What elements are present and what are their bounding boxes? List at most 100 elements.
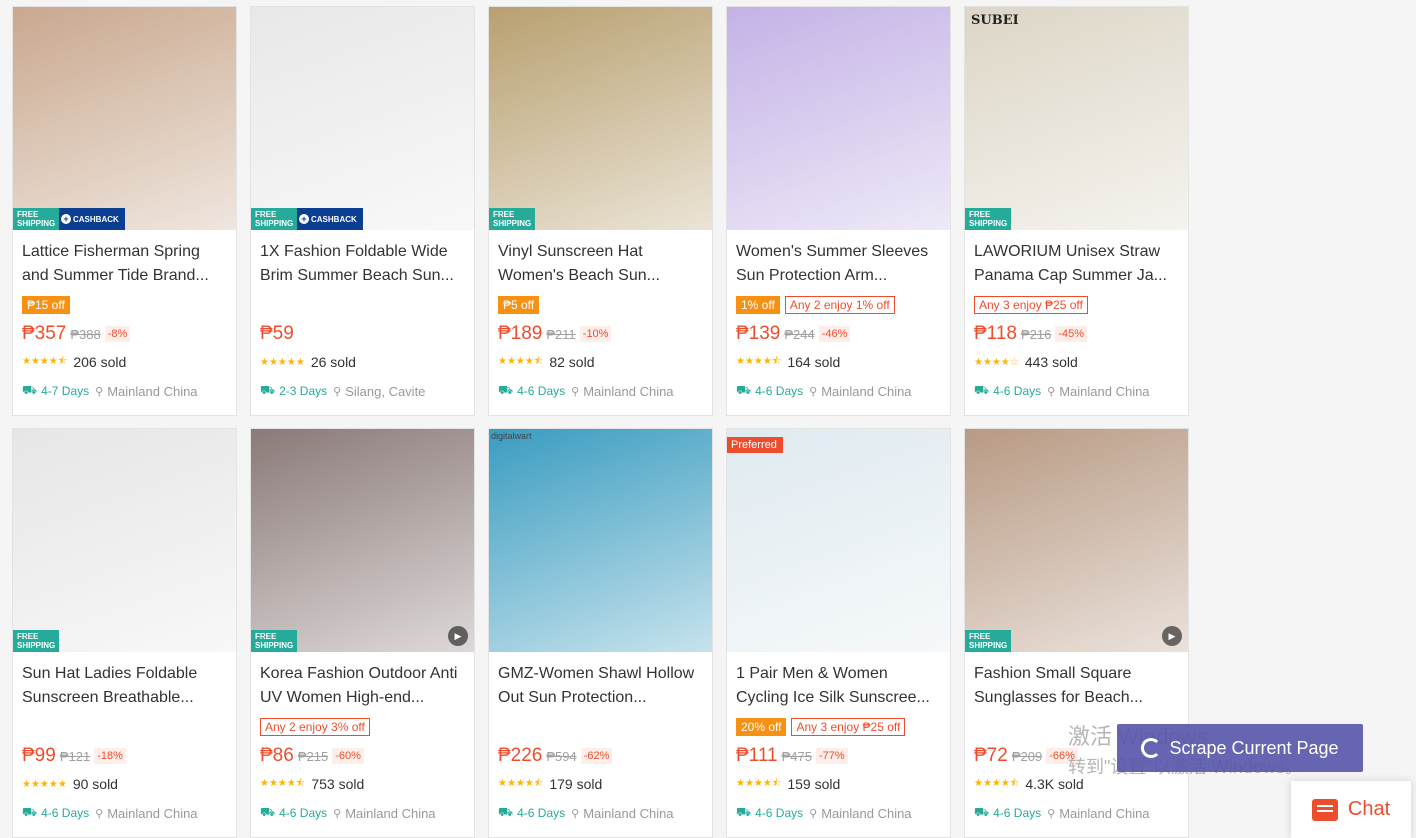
product-card[interactable]: FREE SHIPPING + CASHBACK Lattice Fisherman …: [12, 6, 237, 416]
rating-row: ★★★★⯪ 164 sold: [736, 353, 941, 371]
scrape-current-page-button[interactable]: Scrape Current Page: [1117, 724, 1363, 772]
product-image[interactable]: FREE SHIPPING ▶: [965, 429, 1188, 652]
product-title[interactable]: 1X Fashion Foldable Wide Brim Summer Bea…: [260, 240, 465, 288]
product-image[interactable]: FREE SHIPPING + CASHBACK: [13, 7, 236, 230]
product-card[interactable]: Women's Summer Sleeves Sun Protection Ar…: [726, 6, 951, 416]
product-image[interactable]: [727, 7, 950, 230]
product-card[interactable]: SUBEI FREE SHIPPING LAWORIUM Unisex Straw …: [964, 6, 1189, 416]
rating-row: ★★★★☆ 443 sold: [974, 353, 1179, 371]
product-card[interactable]: FREE SHIPPING + CASHBACK 1X Fashion Foldabl…: [250, 6, 475, 416]
discount-tag: 20% off: [736, 718, 787, 736]
product-image[interactable]: FREE SHIPPING + CASHBACK: [251, 7, 474, 230]
free-shipping-badge: FREE SHIPPING: [965, 208, 1011, 230]
bundle-deal-tag: Any 2 enjoy 1% off: [784, 296, 895, 314]
product-title[interactable]: GMZ-Women Shawl Hollow Out Sun Protectio…: [498, 662, 703, 710]
product-title[interactable]: Vinyl Sunscreen Hat Women's Beach Sun...: [498, 240, 703, 288]
product-title[interactable]: Women's Summer Sleeves Sun Protection Ar…: [736, 240, 941, 288]
product-title[interactable]: Sun Hat Ladies Foldable Sunscreen Breath…: [22, 662, 227, 710]
product-image-placeholder: [251, 429, 474, 652]
product-card[interactable]: FREE SHIPPING Sun Hat Ladies Foldable Sun…: [12, 428, 237, 838]
brand-logo: SUBEI: [971, 13, 1019, 28]
product-info: Sun Hat Ladies Foldable Sunscreen Breath…: [13, 652, 236, 822]
discount-percent: -66%: [1046, 748, 1078, 764]
product-image[interactable]: digitalwart: [489, 429, 712, 652]
bundle-deal-tag: Any 3 enjoy ₱25 off: [791, 718, 906, 736]
sold-count: 164 sold: [787, 354, 841, 370]
promo-badges: FREE SHIPPING + CASHBACK: [251, 208, 363, 230]
product-image-placeholder: [13, 7, 236, 230]
scrape-button-label: Scrape Current Page: [1169, 737, 1339, 758]
product-image[interactable]: FREE SHIPPING: [13, 429, 236, 652]
product-image[interactable]: Preferred: [727, 429, 950, 652]
current-price: ₱226: [498, 745, 543, 766]
product-title[interactable]: LAWORIUM Unisex Straw Panama Cap Summer …: [974, 240, 1179, 288]
price-row: ₱99 ₱121 -18%: [22, 744, 227, 768]
play-video-icon[interactable]: ▶: [1162, 626, 1182, 646]
current-price: ₱99: [22, 745, 56, 766]
location-pin-icon: ⚲: [333, 807, 342, 820]
product-card[interactable]: digitalwart GMZ-Women Shawl Hollow Out Su…: [488, 428, 713, 838]
cashback-label: CASHBACK: [311, 214, 357, 224]
sold-count: 179 sold: [549, 776, 603, 792]
ship-from-location: Mainland China: [821, 383, 912, 399]
cashback-badge: + CASHBACK: [59, 208, 125, 230]
play-video-icon[interactable]: ▶: [448, 626, 468, 646]
sold-count: 206 sold: [73, 354, 127, 370]
promo-tags: 1% off Any 2 enjoy 1% off: [736, 294, 941, 316]
ship-from-location: Mainland China: [1059, 805, 1150, 821]
sold-count: 90 sold: [72, 776, 118, 792]
rating-stars-icon: ★★★★⯪: [974, 777, 1020, 789]
product-grid: FREE SHIPPING + CASHBACK Lattice Fisherman …: [12, 6, 1189, 838]
original-price: ₱475: [781, 748, 812, 764]
shipping-row: ⛟ 4-6 Days ⚲ Mainland China: [736, 382, 941, 400]
delivery-days: 4-6 Days: [41, 806, 90, 820]
product-title[interactable]: Fashion Small Square Sunglasses for Beac…: [974, 662, 1179, 710]
discount-percent: -62%: [580, 748, 613, 764]
price-row: ₱118 ₱216 -45%: [974, 322, 1179, 346]
location-pin-icon: ⚲: [571, 807, 580, 820]
product-title[interactable]: Lattice Fisherman Spring and Summer Tide…: [22, 240, 227, 288]
product-card[interactable]: FREE SHIPPING ▶ Fashion Small Square Sungl…: [964, 428, 1189, 838]
discount-percent: -8%: [104, 326, 131, 342]
product-image-placeholder: [489, 429, 712, 652]
price-row: ₱357 ₱388 -8%: [22, 322, 227, 346]
product-image-placeholder: [965, 7, 1188, 230]
sold-count: 26 sold: [310, 354, 356, 370]
current-price: ₱139: [736, 323, 781, 344]
price-row: ₱189 ₱211 -10%: [498, 322, 703, 346]
discount-tag: ₱5 off: [498, 296, 540, 314]
product-info: Women's Summer Sleeves Sun Protection Ar…: [727, 230, 950, 400]
delivery-days: 4-6 Days: [517, 384, 566, 398]
product-card[interactable]: FREE SHIPPING Vinyl Sunscreen Hat Women's…: [488, 6, 713, 416]
promo-badges: FREE SHIPPING: [965, 630, 1011, 652]
price-row: ₱111 ₱475 -77%: [736, 744, 941, 768]
product-card[interactable]: Preferred 1 Pair Men & Women Cycling Ice …: [726, 428, 951, 838]
product-image[interactable]: SUBEI FREE SHIPPING: [965, 7, 1188, 230]
location-pin-icon: ⚲: [95, 385, 104, 398]
product-image[interactable]: FREE SHIPPING ▶: [251, 429, 474, 652]
product-title[interactable]: Korea Fashion Outdoor Anti UV Women High…: [260, 662, 465, 710]
current-price: ₱189: [498, 323, 543, 344]
product-title[interactable]: 1 Pair Men & Women Cycling Ice Silk Suns…: [736, 662, 941, 710]
product-image-placeholder: [965, 429, 1188, 652]
delivery-days: 4-6 Days: [993, 806, 1042, 820]
discount-tag: 1% off: [736, 296, 780, 314]
plus-icon: +: [61, 214, 71, 224]
product-card[interactable]: FREE SHIPPING ▶ Korea Fashion Outdoor Anti…: [250, 428, 475, 838]
delivery-days: 2-3 Days: [279, 384, 328, 398]
discount-percent: -46%: [818, 326, 851, 342]
free-shipping-badge: FREE SHIPPING: [13, 208, 59, 230]
location-pin-icon: ⚲: [809, 807, 818, 820]
sold-count: 159 sold: [787, 776, 841, 792]
shipping-row: ⛟ 2-3 Days ⚲ Silang, Cavite: [260, 382, 465, 400]
chat-button[interactable]: Chat: [1291, 781, 1411, 838]
location-pin-icon: ⚲: [1047, 807, 1056, 820]
product-image[interactable]: FREE SHIPPING: [489, 7, 712, 230]
rating-stars-icon: ★★★★★: [260, 356, 305, 368]
shipping-row: ⛟ 4-6 Days ⚲ Mainland China: [498, 382, 703, 400]
discount-percent: -60%: [332, 748, 364, 764]
product-image-placeholder: [489, 7, 712, 230]
promo-tags: [22, 716, 227, 738]
current-price: ₱72: [974, 745, 1008, 766]
rating-row: ★★★★⯪ 82 sold: [498, 353, 703, 371]
